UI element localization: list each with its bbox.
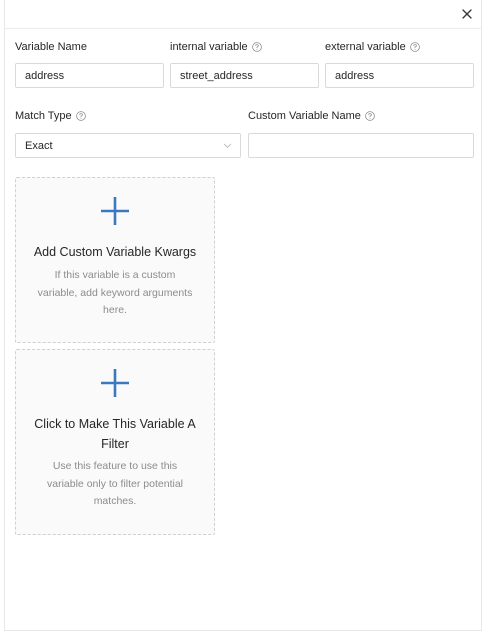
question-circle-icon[interactable] [365,111,375,121]
variable-name-label: Variable Name [15,41,87,53]
match-type-label-text: Match Type [15,110,72,122]
plus-icon [99,367,131,399]
chevron-down-icon [223,142,232,149]
custom-variable-name-label: Custom Variable Name [248,110,375,122]
panel-header [5,0,481,29]
add-kwargs-title: Add Custom Variable Kwargs [33,245,197,259]
add-kwargs-card[interactable]: Add Custom Variable Kwargs If this varia… [15,177,215,343]
make-filter-title: Click to Make This Variable A Filter [34,417,196,451]
internal-variable-label-text: internal variable [170,41,248,53]
internal-variable-label: internal variable [170,41,262,53]
question-circle-icon[interactable] [251,42,262,52]
variable-editor-panel: Variable Name internal variable external… [4,0,482,631]
make-filter-description: Use this feature to use this variable on… [47,460,183,507]
close-button[interactable] [461,8,473,20]
close-icon [462,9,472,19]
custom-variable-name-input[interactable] [248,133,474,158]
match-type-select[interactable]: Exact [15,133,241,158]
question-circle-icon[interactable] [409,42,420,52]
external-variable-label-text: external variable [325,41,406,53]
variable-name-input[interactable] [15,63,164,88]
external-variable-label: external variable [325,41,420,53]
match-type-label: Match Type [15,110,86,122]
external-variable-input[interactable] [325,63,474,88]
add-kwargs-description: If this variable is a custom variable, a… [37,269,193,316]
match-type-selected-value: Exact [25,140,53,152]
internal-variable-input[interactable] [170,63,319,88]
question-circle-icon[interactable] [75,111,86,121]
variable-name-label-text: Variable Name [15,41,87,53]
custom-variable-name-label-text: Custom Variable Name [248,110,361,122]
make-filter-card[interactable]: Click to Make This Variable A Filter Use… [15,349,215,535]
plus-icon [99,195,131,227]
